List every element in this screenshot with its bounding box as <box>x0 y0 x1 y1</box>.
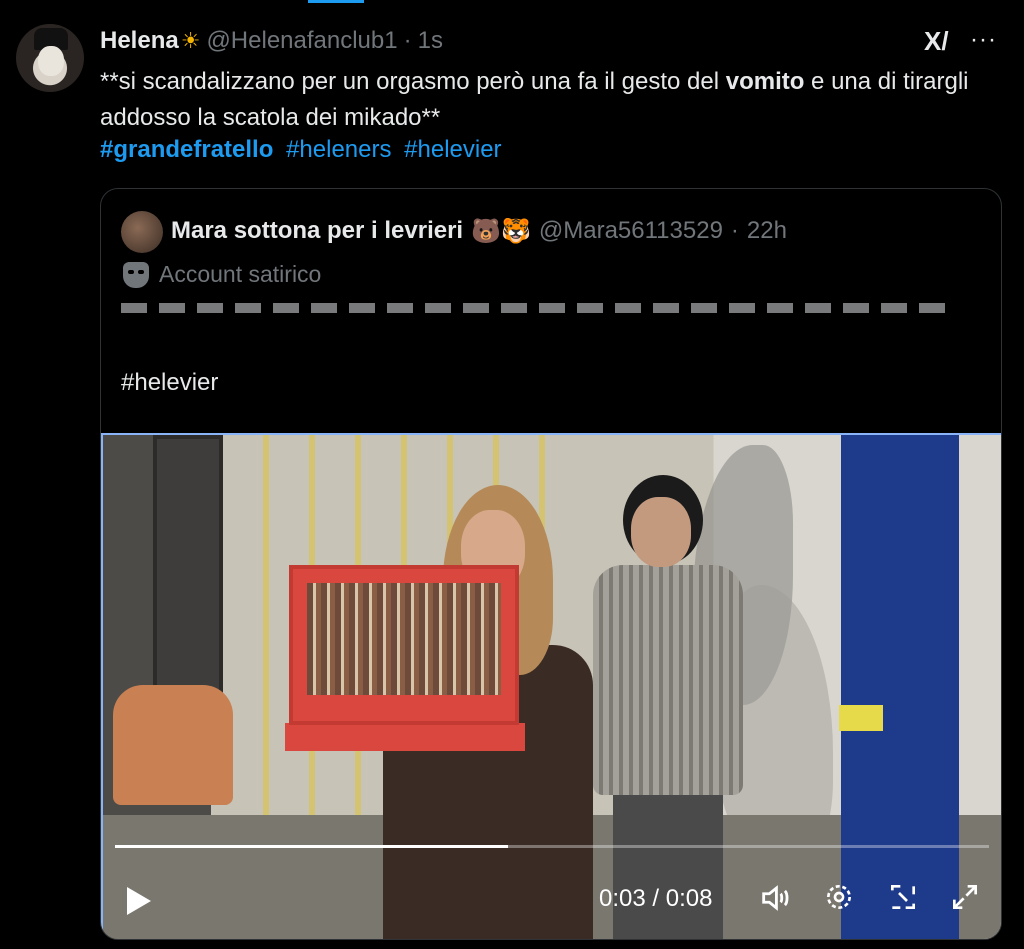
sun-emoji-icon: ☀ <box>180 28 201 53</box>
video-pillar-sticker <box>839 705 883 731</box>
quote-author-name[interactable]: Mara sottona per i levrieri <box>171 217 463 245</box>
video-controls: 0:03 / 0:08 <box>103 871 1001 931</box>
separator-dot: · <box>403 27 412 54</box>
settings-gear-icon[interactable] <box>819 881 859 921</box>
author-name[interactable]: Helena <box>100 27 179 55</box>
video-pillar <box>841 435 959 939</box>
video-player[interactable]: 0:03 / 0:08 <box>101 433 1001 939</box>
fullscreen-icon[interactable] <box>945 881 985 921</box>
quote-timestamp[interactable]: 22h <box>747 217 787 245</box>
tweet-timestamp[interactable]: 1s <box>418 27 443 55</box>
quoted-tweet[interactable]: Mara sottona per i levrieri 🐻🐯 @Mara5611… <box>100 188 1002 940</box>
mikado-box <box>289 565 519 725</box>
avatar-face <box>38 46 64 76</box>
tweet-text-bold: vomito <box>725 68 805 95</box>
duration: 0:08 <box>665 885 713 912</box>
separator-dot: · <box>730 217 739 244</box>
volume-icon[interactable] <box>755 881 795 921</box>
grok-icon[interactable]: X/ <box>924 26 954 56</box>
time-separator: / <box>645 885 666 912</box>
quote-author-avatar[interactable] <box>121 211 163 253</box>
author-avatar[interactable] <box>16 24 84 92</box>
more-options-icon[interactable]: ··· <box>970 26 1000 56</box>
quote-author-handle[interactable]: @Mara56113529 <box>539 217 723 245</box>
top-accent-line <box>308 0 364 3</box>
bear-tiger-emoji-icon: 🐻🐯 <box>471 217 531 245</box>
quote-hashtag[interactable]: #helevier <box>121 369 218 397</box>
tweet-text: **si scandalizzano per un orgasmo però u… <box>100 64 1000 136</box>
hashtag-link[interactable]: #grandefratello <box>100 136 273 163</box>
hashtag-link[interactable]: #helevier <box>404 136 501 163</box>
quote-header: Mara sottona per i levrieri 🐻🐯 @Mara5611… <box>171 213 787 249</box>
person-sweater <box>593 565 743 795</box>
truncated-text-line <box>121 303 951 313</box>
video-time: 0:03 / 0:08 <box>599 885 712 913</box>
play-icon[interactable] <box>127 887 151 915</box>
current-time: 0:03 <box>599 885 646 912</box>
satire-label-text: Account satirico <box>159 261 322 287</box>
video-progress-fill <box>115 845 509 848</box>
mikado-box-lid <box>285 723 525 751</box>
video-progress-bar[interactable] <box>115 845 989 848</box>
hashtag-link[interactable]: #heleners <box>286 136 391 163</box>
person-face <box>631 497 691 567</box>
picture-in-picture-icon[interactable] <box>883 881 923 921</box>
satire-label: Account satirico <box>123 261 321 288</box>
video-chair <box>113 685 233 805</box>
theater-mask-icon <box>123 261 149 288</box>
tweet-text-part1: **si scandalizzano per un orgasmo però u… <box>100 68 726 95</box>
hashtag-list: #grandefratello #heleners #helevier <box>100 132 508 168</box>
mikado-sticks <box>307 583 501 695</box>
tweet-header: Helena ☀ @Helenafanclub1 · 1s <box>100 26 443 56</box>
author-handle[interactable]: @Helenafanclub1 <box>206 27 397 55</box>
